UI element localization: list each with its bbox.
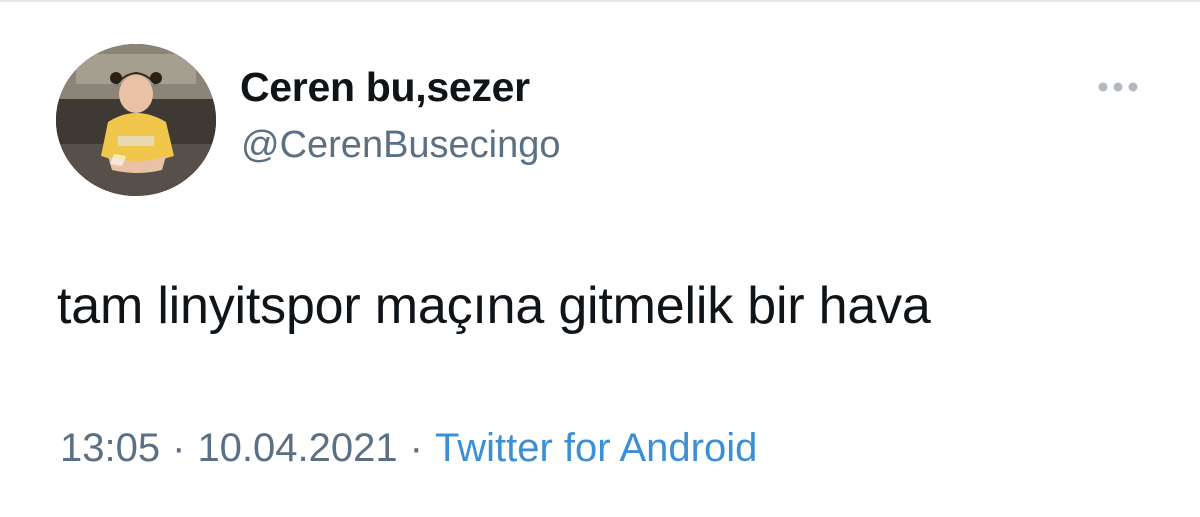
top-divider xyxy=(0,0,1200,2)
tweet-meta: 13:05 · 10.04.2021 · Twitter for Android xyxy=(60,426,757,471)
avatar-photo-icon xyxy=(56,44,216,196)
tweet-source-link[interactable]: Twitter for Android xyxy=(435,426,757,470)
meta-separator: · xyxy=(409,426,423,470)
display-name[interactable]: Ceren bu,sezer xyxy=(240,64,530,111)
tweet-date[interactable]: 10.04.2021 xyxy=(197,426,397,470)
tweet-time[interactable]: 13:05 xyxy=(60,426,160,470)
more-options-icon xyxy=(1098,82,1138,92)
meta-separator: · xyxy=(172,426,186,470)
profile-avatar[interactable] xyxy=(56,44,216,196)
tweet-text: tam linyitspor maçına gitmelik bir hava xyxy=(57,277,931,335)
more-options-button[interactable] xyxy=(1094,74,1142,100)
user-handle[interactable]: @CerenBusecingo xyxy=(241,124,561,167)
